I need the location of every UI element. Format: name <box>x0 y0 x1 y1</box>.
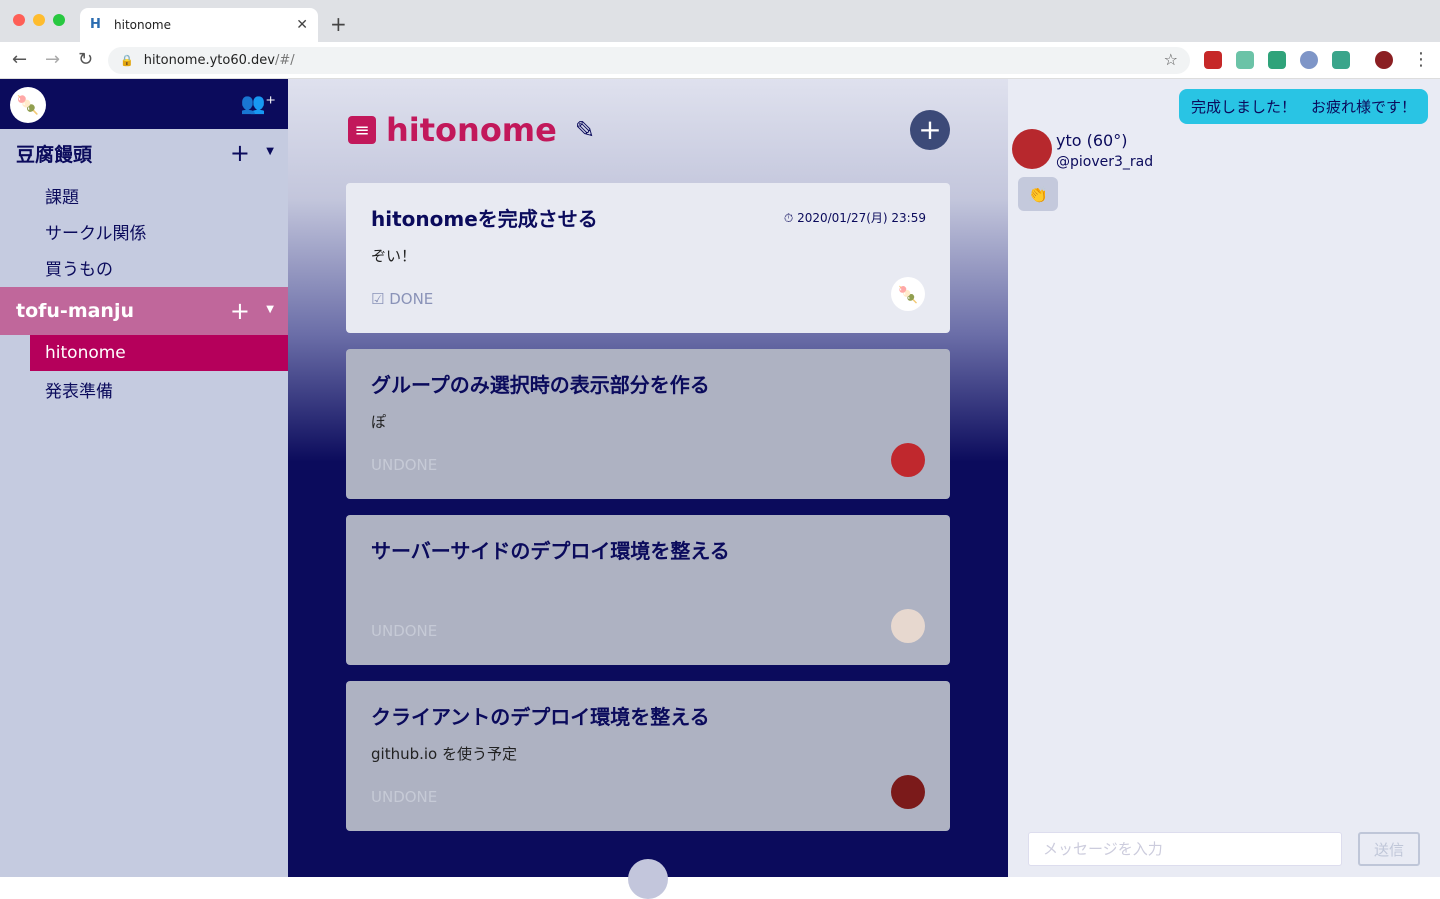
lock-icon: 🔒 <box>120 54 134 67</box>
sidebar-item-active[interactable]: hitonome <box>30 335 288 371</box>
task-desc: ぽ <box>371 413 387 431</box>
chat-panel: 完成しました！ お疲れ様です！ yto (60°) @piover3_rad 👏… <box>1008 79 1440 877</box>
add-user-icon[interactable]: 👥⁺ <box>241 91 276 115</box>
task-desc: github.io を使う予定 <box>371 745 517 763</box>
task-card[interactable]: サーバーサイドのデプロイ環境を整える UNDONE <box>346 515 950 665</box>
minimize-window-button[interactable] <box>33 14 45 26</box>
app: 🍡 👥⁺ 豆腐饅頭 + ▼ 課題 サークル関係 買うもの tofu-manju … <box>0 79 1440 899</box>
sidebar: 🍡 👥⁺ 豆腐饅頭 + ▼ 課題 サークル関係 買うもの tofu-manju … <box>0 79 288 877</box>
group-header[interactable]: 豆腐饅頭 + ▼ <box>0 129 288 177</box>
send-button[interactable]: 送信 <box>1358 832 1420 866</box>
assignee-avatar: 🍡 <box>891 277 925 311</box>
app-logo[interactable]: 🍡 <box>10 87 46 123</box>
url-bar[interactable]: 🔒 hitonome.yto60.dev/#/ ☆ <box>108 47 1190 74</box>
caret-down-icon[interactable]: ▼ <box>266 304 274 315</box>
group-name: 豆腐饅頭 <box>16 143 93 166</box>
chat-message-self: 完成しました！ お疲れ様です！ <box>1178 89 1428 124</box>
list-title: hitonome <box>386 111 557 149</box>
sidebar-item[interactable]: サークル関係 <box>0 213 288 249</box>
maximize-window-button[interactable] <box>53 14 65 26</box>
task-title: グループのみ選択時の表示部分を作る <box>371 373 710 397</box>
task-desc: ぞい！ <box>371 247 417 265</box>
menu-icon[interactable]: ⋮ <box>1412 49 1430 70</box>
new-tab-icon[interactable]: + <box>330 12 347 36</box>
message-input[interactable] <box>1028 832 1342 866</box>
page-title: ≡ hitonome ✎ <box>348 111 595 149</box>
user-avatar <box>1012 129 1052 169</box>
group-header[interactable]: tofu-manju + ▼ <box>0 287 288 335</box>
task-deadline: ⏱ 2020/01/27(月) 23:59 <box>783 211 926 225</box>
add-button[interactable] <box>628 859 668 899</box>
task-title: hitonomeを完成させる <box>371 207 598 231</box>
task-card[interactable]: グループのみ選択時の表示部分を作る ぽ UNDONE <box>346 349 950 499</box>
task-panel: ≡ hitonome ✎ + hitonomeを完成させる ⏱ 2020/01/… <box>288 79 1008 899</box>
sidebar-item[interactable]: 発表準備 <box>0 371 288 407</box>
task-status[interactable]: UNDONE <box>371 622 437 640</box>
add-list-icon[interactable]: + <box>230 297 250 325</box>
extension-icon[interactable] <box>1332 51 1350 69</box>
task-card[interactable]: クライアントのデプロイ環境を整える github.io を使う予定 UNDONE <box>346 681 950 831</box>
profile-avatar[interactable] <box>1375 51 1393 69</box>
assignee-avatar <box>891 609 925 643</box>
task-status[interactable]: UNDONE <box>371 788 437 806</box>
vue-extension-icon[interactable] <box>1268 51 1286 69</box>
extension-icon[interactable] <box>1204 51 1222 69</box>
task-title: クライアントのデプロイ環境を整える <box>371 705 710 729</box>
sidebar-item[interactable]: 買うもの <box>0 249 288 285</box>
close-window-button[interactable] <box>13 14 25 26</box>
chat-user-name: yto (60°) <box>1056 131 1128 150</box>
add-task-button[interactable]: + <box>910 110 950 150</box>
forward-icon[interactable]: → <box>45 49 60 70</box>
url-host: hitonome.yto60.dev <box>143 53 275 68</box>
browser-tabstrip: H hitonome ✕ + <box>0 0 1440 42</box>
close-tab-icon[interactable]: ✕ <box>296 17 308 33</box>
sidebar-item[interactable]: 課題 <box>0 177 288 213</box>
reload-icon[interactable]: ↻ <box>78 49 93 70</box>
clap-reaction-icon[interactable]: 👏 <box>1018 177 1058 211</box>
extension-icon[interactable] <box>1300 51 1318 69</box>
edit-pencil-icon[interactable]: ✎ <box>575 116 595 144</box>
task-status[interactable]: UNDONE <box>371 456 437 474</box>
task-title: サーバーサイドのデプロイ環境を整える <box>371 539 730 563</box>
task-card[interactable]: hitonomeを完成させる ⏱ 2020/01/27(月) 23:59 ぞい！… <box>346 183 950 333</box>
list-icon: ≡ <box>348 116 376 144</box>
slack-extension-icon[interactable] <box>1236 51 1254 69</box>
back-icon[interactable]: ← <box>12 49 27 70</box>
caret-down-icon[interactable]: ▼ <box>266 146 274 157</box>
favicon-icon: H <box>90 17 101 32</box>
add-list-icon[interactable]: + <box>230 139 250 167</box>
browser-tab[interactable]: H hitonome ✕ <box>80 8 318 42</box>
bookmark-star-icon[interactable]: ☆ <box>1164 50 1178 69</box>
tab-title: hitonome <box>114 18 172 32</box>
assignee-avatar <box>891 443 925 477</box>
url-path: /#/ <box>274 53 295 68</box>
group-name: tofu-manju <box>16 300 134 322</box>
chat-user-handle: @piover3_rad <box>1056 154 1154 170</box>
task-status[interactable]: ☑ DONE <box>371 290 433 308</box>
assignee-avatar <box>891 775 925 809</box>
address-toolbar: ← → ↻ 🔒 hitonome.yto60.dev/#/ ☆ ⋮ <box>0 42 1440 79</box>
sidebar-header: 🍡 👥⁺ <box>0 79 288 129</box>
